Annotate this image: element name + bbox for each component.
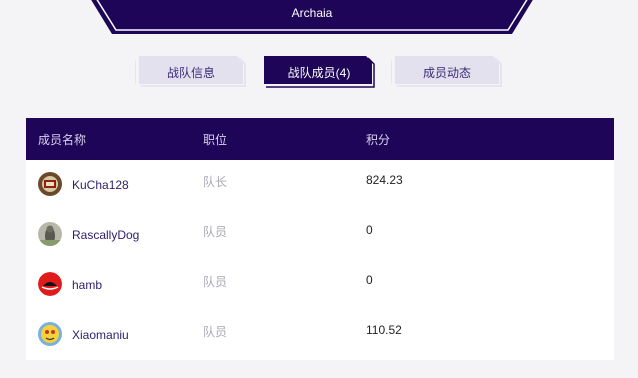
member-role: 队员 xyxy=(203,225,228,239)
table-row: hamb 队员 0 xyxy=(26,260,614,310)
avatar-cartoon[interactable] xyxy=(38,322,62,346)
avatar-kucha[interactable] xyxy=(38,172,62,196)
member-name-link[interactable]: Xiaomaniu xyxy=(72,328,129,342)
tab-bar: 战队信息 战队成员(4) 成员动态 xyxy=(0,56,638,88)
members-table: 成员名称 职位 积分 KuCha128 队长 824.23 RascallyDo… xyxy=(26,118,614,360)
tab-team-members-label: 战队成员(4) xyxy=(287,65,351,80)
member-role: 队长 xyxy=(203,175,228,189)
header-member-name: 成员名称 xyxy=(38,132,87,147)
avatar-dog[interactable] xyxy=(38,222,62,246)
tab-team-info-label: 战队信息 xyxy=(166,65,215,80)
tab-team-info[interactable]: 战队信息 xyxy=(135,56,247,88)
member-score: 824.23 xyxy=(366,173,403,187)
team-name-banner: Archaia xyxy=(90,0,534,36)
tab-member-activity-label: 成员动态 xyxy=(422,65,471,80)
table-row: Xiaomaniu 队员 110.52 xyxy=(26,310,614,360)
tab-team-members[interactable]: 战队成员(4) xyxy=(262,56,376,88)
member-score: 0 xyxy=(366,273,373,287)
member-name-link[interactable]: KuCha128 xyxy=(72,178,129,192)
header-score: 积分 xyxy=(366,132,391,147)
member-name-link[interactable]: RascallyDog xyxy=(72,228,139,242)
member-role: 队员 xyxy=(203,275,228,289)
member-score: 110.52 xyxy=(366,323,402,337)
header-role: 职位 xyxy=(203,132,228,147)
member-role: 队员 xyxy=(203,325,228,339)
team-name-title: Archaia xyxy=(291,6,333,20)
member-name-link[interactable]: hamb xyxy=(72,278,102,292)
member-score: 0 xyxy=(366,223,373,237)
avatar-redhat[interactable] xyxy=(38,272,62,296)
table-row: RascallyDog 队员 0 xyxy=(26,210,614,260)
table-row: KuCha128 队长 824.23 xyxy=(26,160,614,210)
table-header: 成员名称 职位 积分 xyxy=(26,118,614,160)
tab-member-activity[interactable]: 成员动态 xyxy=(391,56,503,88)
